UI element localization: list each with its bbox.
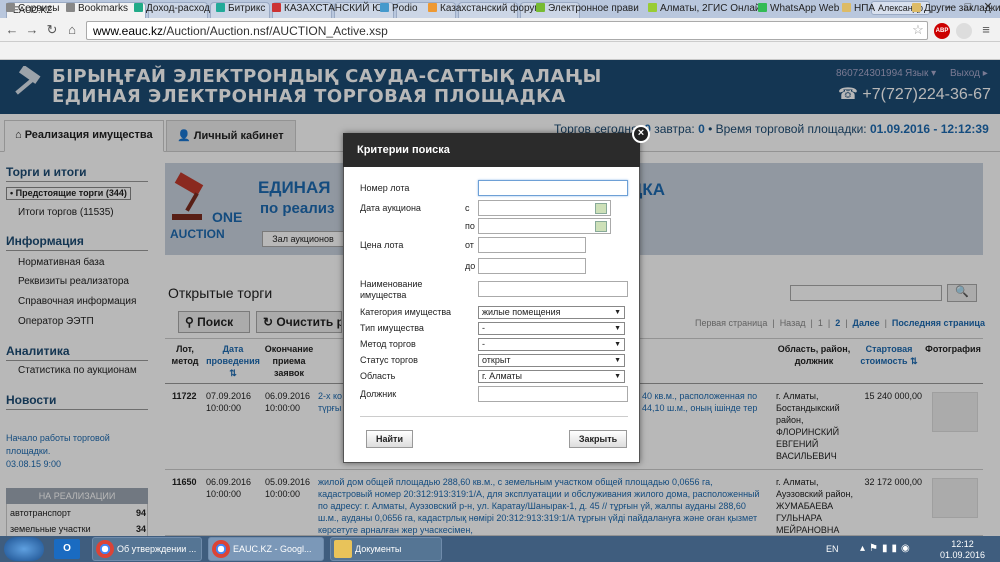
back-icon[interactable]: ← [4, 22, 20, 38]
bookmark-item[interactable]: Алматы, 2ГИС Онлай [648, 3, 761, 14]
method-select[interactable]: - ▼ [478, 338, 625, 351]
calendar-icon[interactable] [595, 221, 607, 232]
close-button[interactable]: Закрыть [569, 430, 627, 448]
lot-price-label: Цена лота [360, 240, 404, 250]
bookmark-item[interactable]: Казахстанский форум [428, 3, 541, 14]
category-select[interactable]: жилые помещения ▼ [478, 306, 625, 319]
2gis-icon [648, 3, 657, 12]
category-label: Категория имущества [360, 307, 452, 317]
bookmark-item[interactable]: Доход-расход [134, 3, 210, 14]
status-label: Статус торгов [360, 355, 418, 365]
date-from-label: с [465, 203, 470, 213]
lot-number-label: Номер лота [360, 183, 410, 193]
home-icon[interactable]: ⌂ [64, 22, 80, 38]
bookmark-item[interactable]: WhatsApp Web [758, 3, 839, 14]
apps-icon [6, 3, 15, 12]
property-name-input[interactable] [478, 281, 628, 297]
sheet-icon [134, 3, 143, 12]
chevron-down-icon: ▼ [614, 325, 621, 332]
forum-icon [428, 3, 437, 12]
egov-icon [536, 3, 545, 12]
auction-date-label: Дата аукциона [360, 203, 421, 213]
close-icon[interactable]: × [632, 125, 650, 143]
start-button-icon[interactable] [4, 537, 44, 561]
outlook-icon[interactable]: O [54, 539, 80, 559]
bookmark-item[interactable]: Bookmarks [66, 3, 128, 14]
bookmark-item[interactable]: КАЗАХСТАНСКИЙ Ю [272, 3, 382, 14]
forward-icon[interactable]: → [24, 22, 40, 38]
property-name-label: Наименование имущества [360, 279, 423, 300]
find-button[interactable]: Найти [366, 430, 413, 448]
chevron-down-icon: ▼ [614, 357, 621, 364]
chevron-down-icon: ▼ [614, 309, 621, 316]
status-select[interactable]: открыт ▼ [478, 354, 625, 367]
debtor-input[interactable] [478, 386, 628, 402]
property-type-label: Тип имущества [360, 323, 424, 333]
price-from-label: от [465, 240, 474, 250]
star-icon [66, 3, 75, 12]
chevron-down-icon: ▼ [614, 341, 621, 348]
calendar-icon[interactable] [595, 203, 607, 214]
price-to-input[interactable] [478, 258, 586, 274]
region-label: Область [360, 371, 396, 381]
adblock-icon[interactable]: ABP [934, 23, 950, 39]
bookmark-item[interactable]: Podio [380, 3, 418, 14]
method-label: Метод торгов [360, 339, 416, 349]
bookmark-folder[interactable]: НПА [842, 3, 875, 14]
bookmark-item[interactable]: Электронное прави [536, 3, 639, 14]
tray-icons[interactable]: ▴⚑▮▮◉ [860, 543, 914, 554]
debtor-label: Должник [360, 389, 397, 399]
url-input[interactable]: www.eauc.kz/Auction/Auction.nsf/AUCTION_… [86, 21, 928, 40]
date-from-input[interactable] [478, 200, 611, 216]
lot-number-input[interactable] [478, 180, 628, 196]
podio-icon [380, 3, 389, 12]
chrome-icon [96, 540, 114, 558]
bookmark-item[interactable]: Битрикс [216, 3, 265, 14]
property-type-select[interactable]: - ▼ [478, 322, 625, 335]
dialog-divider [360, 416, 628, 417]
clock[interactable]: 12:12 01.09.2016 [940, 539, 985, 561]
skype-icon[interactable] [956, 23, 972, 39]
folder-icon [912, 3, 921, 12]
reload-icon[interactable]: ↻ [44, 22, 60, 38]
chrome-icon [212, 540, 230, 558]
price-from-input[interactable] [478, 237, 586, 253]
chevron-down-icon: ▼ [614, 373, 621, 380]
region-select[interactable]: г. Алматы ▼ [478, 370, 625, 383]
input-language[interactable]: EN [826, 544, 839, 554]
bookmark-folder[interactable]: Другие закладки [912, 3, 1000, 14]
folder-icon [842, 3, 851, 12]
whatsapp-icon [758, 3, 767, 12]
date-to-input[interactable] [478, 218, 611, 234]
bookmarks-bar [0, 42, 1000, 60]
folder-icon [334, 540, 352, 558]
flag-icon [272, 3, 281, 12]
price-to-label: до [465, 261, 476, 271]
star-icon[interactable]: ☆ [910, 22, 926, 38]
dialog-title: Критерии поиска [357, 144, 450, 156]
date-to-label: по [465, 221, 475, 231]
menu-icon[interactable]: ≡ [978, 22, 994, 38]
bitrix-icon [216, 3, 225, 12]
bookmark-item[interactable]: Сервисы [6, 3, 59, 14]
